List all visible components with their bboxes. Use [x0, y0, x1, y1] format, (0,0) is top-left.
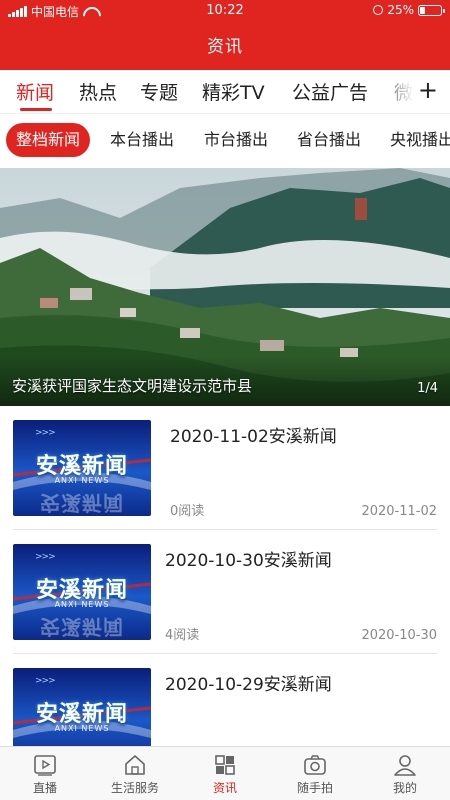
news-title: 2020-10-29安溪新闻 — [165, 675, 332, 695]
nav-label: 随手拍 — [296, 781, 333, 795]
nav-label: 生活服务 — [110, 781, 159, 795]
banner-pager: 1/4 — [417, 381, 438, 396]
news-item[interactable]: >>> 安溪新闻 ANXI NEWS 安溪新闻 2020-10-30安溪新闻 4… — [13, 530, 437, 654]
nav-snap[interactable]: 随手拍 — [270, 753, 360, 796]
bottom-nav: 直播 生活服务 资讯 随手拍 我的 — [0, 746, 450, 800]
battery-icon — [418, 4, 445, 16]
subtab-province[interactable]: 省台播出 — [297, 123, 361, 157]
thumbnail-reflection: 安溪新闻 — [40, 615, 124, 639]
thumbnail-reflection: 安溪新闻 — [40, 491, 124, 515]
grid-icon — [215, 755, 235, 775]
active-tab-underline — [20, 108, 52, 111]
tabs-fade — [374, 70, 414, 113]
plus-icon[interactable]: + — [418, 76, 438, 104]
nav-live[interactable]: 直播 — [0, 753, 90, 796]
news-reads: 0阅读 — [170, 504, 205, 519]
thumbnail-arrows: >>> — [35, 676, 56, 686]
nav-profile[interactable]: 我的 — [360, 753, 450, 796]
thumbnail-subtitle: ANXI NEWS — [54, 724, 110, 733]
nav-label: 我的 — [392, 781, 417, 795]
status-bar: 中国电信 10:22 25% — [0, 0, 450, 22]
news-item[interactable]: >>> 安溪新闻 ANXI NEWS 安溪新闻 2020-11-02安溪新闻 0… — [13, 406, 437, 530]
battery-percent: 25% — [387, 3, 414, 17]
news-date: 2020-10-30 — [361, 628, 437, 643]
news-thumbnail: >>> 安溪新闻 ANXI NEWS 安溪新闻 — [13, 420, 151, 516]
rotation-lock-icon — [373, 5, 384, 15]
top-bar: 中国电信 10:22 25% 资讯 — [0, 0, 450, 70]
tab-tv[interactable]: 精彩TV — [202, 78, 265, 105]
subtab-cctv[interactable]: 央视播出 — [390, 123, 450, 157]
subtab-city[interactable]: 市台播出 — [204, 123, 268, 157]
camera-icon — [304, 755, 326, 775]
play-icon — [34, 755, 56, 776]
news-list: >>> 安溪新闻 ANXI NEWS 安溪新闻 2020-11-02安溪新闻 0… — [0, 406, 450, 778]
status-right: 25% — [373, 3, 445, 17]
thumbnail-subtitle: ANXI NEWS — [54, 600, 110, 609]
nav-label: 直播 — [32, 781, 57, 795]
user-icon — [394, 755, 416, 776]
sub-tabs: 整档新闻 本台播出 市台播出 省台播出 央视播出 — [0, 115, 450, 167]
thumbnail-arrows: >>> — [35, 428, 56, 438]
category-tabs: 新闻 热点 专题 精彩TV 公益广告 微 + — [0, 70, 450, 114]
news-reads: 4阅读 — [165, 628, 200, 643]
news-title: 2020-10-30安溪新闻 — [165, 551, 332, 571]
page-title: 资讯 — [207, 37, 243, 57]
subtab-local[interactable]: 本台播出 — [110, 123, 174, 157]
tab-hot[interactable]: 热点 — [79, 78, 117, 105]
tab-news[interactable]: 新闻 — [16, 78, 54, 105]
nav-life-services[interactable]: 生活服务 — [90, 753, 180, 796]
thumbnail-arrows: >>> — [35, 552, 56, 562]
home-icon — [125, 755, 145, 775]
nav-label: 资讯 — [212, 781, 237, 795]
news-thumbnail: >>> 安溪新闻 ANXI NEWS 安溪新闻 — [13, 544, 151, 640]
thumbnail-subtitle: ANXI NEWS — [54, 476, 110, 485]
banner-caption: 安溪获评国家生态文明建设示范市县 — [12, 377, 253, 395]
news-title: 2020-11-02安溪新闻 — [170, 427, 337, 447]
tab-topics[interactable]: 专题 — [140, 78, 178, 105]
nav-news[interactable]: 资讯 — [180, 753, 270, 796]
banner-carousel[interactable]: 安溪获评国家生态文明建设示范市县 1/4 — [0, 168, 450, 406]
tab-psa[interactable]: 公益广告 — [292, 78, 368, 105]
subtab-full-news[interactable]: 整档新闻 — [6, 123, 91, 157]
news-date: 2020-11-02 — [361, 504, 437, 519]
